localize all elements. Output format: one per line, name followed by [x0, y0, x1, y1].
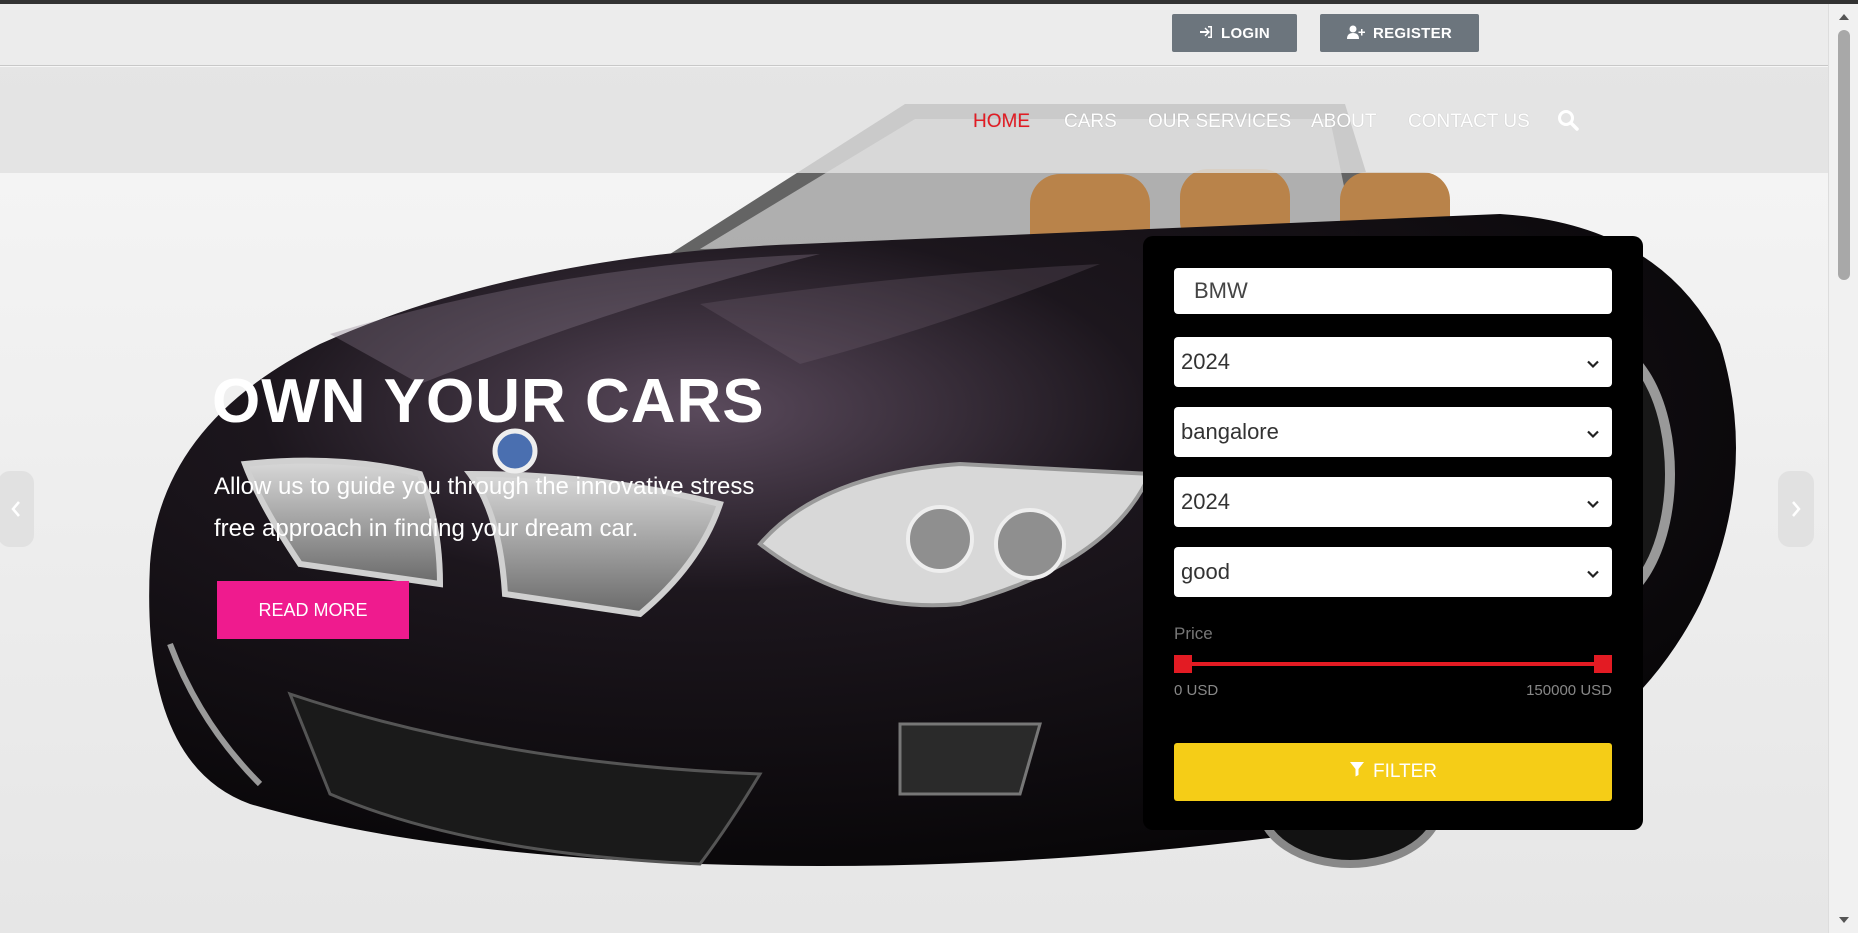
- carousel-next-button[interactable]: [1778, 471, 1814, 547]
- user-plus-icon: [1346, 25, 1365, 42]
- price-label: Price: [1174, 624, 1213, 643]
- page-scrollbar[interactable]: [1828, 4, 1858, 933]
- year-select[interactable]: 2024: [1174, 337, 1612, 387]
- nav-item-cars[interactable]: CARS: [1064, 111, 1117, 133]
- year-select-value: 2024: [1181, 349, 1230, 374]
- chevron-right-icon: [1790, 493, 1802, 525]
- search-icon[interactable]: [1557, 109, 1579, 131]
- chevron-down-icon: [1586, 421, 1600, 439]
- price-min-value: 0 USD: [1174, 682, 1219, 699]
- hero-subtitle: Allow us to guide you through the innova…: [214, 473, 755, 542]
- city-select[interactable]: bangalore: [1174, 407, 1612, 457]
- year-to-select-value: 2024: [1181, 489, 1230, 514]
- top-bar: LOGIN REGISTER: [0, 4, 1828, 66]
- chevron-down-icon: [1586, 491, 1600, 509]
- brand-input-value: BMW: [1194, 278, 1248, 303]
- chevron-left-icon: [10, 493, 22, 525]
- year-to-select[interactable]: 2024: [1174, 477, 1612, 527]
- carousel-prev-button[interactable]: [0, 471, 34, 547]
- city-select-value: bangalore: [1181, 419, 1279, 444]
- hero-title: OWN YOUR CARS: [212, 367, 765, 436]
- nav-item-our-services[interactable]: OUR SERVICES: [1148, 111, 1291, 133]
- nav-item-contact-us[interactable]: CONTACT US: [1408, 111, 1530, 133]
- chevron-down-icon: [1586, 351, 1600, 369]
- chevron-down-icon: [1586, 561, 1600, 579]
- filter-button-label: FILTER: [1372, 761, 1438, 782]
- read-more-button[interactable]: READ MORE: [217, 581, 409, 639]
- main-nav: HOME CARS OUR SERVICES ABOUT CONTACT US: [0, 67, 1828, 173]
- scroll-up-arrow-icon[interactable]: [1837, 10, 1851, 24]
- brand-input[interactable]: BMW: [1174, 268, 1612, 314]
- register-button[interactable]: REGISTER: [1320, 14, 1479, 52]
- nav-item-about[interactable]: ABOUT: [1311, 111, 1376, 133]
- nav-item-home[interactable]: HOME: [973, 111, 1030, 133]
- login-label: LOGIN: [1221, 24, 1270, 42]
- price-max-value: 150000 USD: [1526, 682, 1612, 699]
- scrollbar-thumb[interactable]: [1838, 30, 1850, 280]
- filter-icon: [1349, 761, 1365, 783]
- price-max-handle[interactable]: [1594, 655, 1612, 673]
- condition-select-value: good: [1181, 559, 1230, 584]
- price-range-track: [1180, 662, 1606, 666]
- page-viewport: LOGIN REGISTER HOME CARS OUR SERVICES AB…: [0, 4, 1828, 933]
- register-label: REGISTER: [1372, 24, 1453, 42]
- login-button[interactable]: LOGIN: [1172, 14, 1297, 52]
- price-min-handle[interactable]: [1174, 655, 1192, 673]
- filter-button[interactable]: FILTER: [1174, 743, 1612, 801]
- scroll-down-arrow-icon[interactable]: [1837, 913, 1851, 927]
- price-range-slider[interactable]: [1174, 655, 1612, 673]
- condition-select[interactable]: good: [1174, 547, 1612, 597]
- car-filter-panel: BMW 2024 bangalore 2024 good Price 0 USD…: [1143, 236, 1643, 830]
- sign-in-icon: [1199, 25, 1213, 42]
